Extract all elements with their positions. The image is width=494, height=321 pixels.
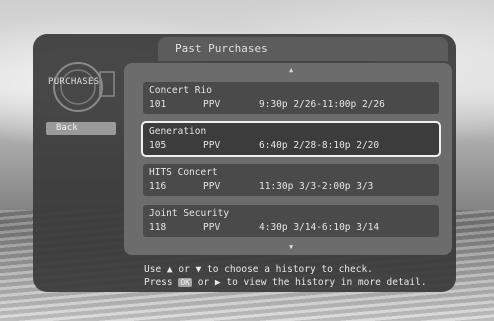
right-arrow-icon: ▶ <box>214 277 221 288</box>
item-name: Concert Rio <box>149 85 212 96</box>
help-text: or <box>197 277 210 288</box>
item-channel: 118 <box>149 222 167 233</box>
item-channel: 101 <box>149 99 167 110</box>
item-channel: 116 <box>149 181 167 192</box>
item-type: PPV <box>203 181 221 192</box>
purchases-logo-icon <box>53 62 115 112</box>
item-time: 4:30p 3/14-6:10p 3/14 <box>259 222 380 233</box>
ok-key-icon: OK <box>178 278 192 287</box>
item-name: HITS Concert <box>149 167 218 178</box>
help-line-2: Press OK or ▶ to view the history in mor… <box>144 277 427 288</box>
scroll-up-icon[interactable]: ▲ <box>289 66 293 74</box>
item-time: 6:40p 2/28-8:10p 2/20 <box>259 140 380 151</box>
item-time: 9:30p 2/26-11:00p 2/26 <box>259 99 385 110</box>
help-text: Use <box>144 264 162 275</box>
page-title: Past Purchases <box>175 42 268 55</box>
item-type: PPV <box>203 140 221 151</box>
list-item[interactable]: Concert Rio 101 PPV 9:30p 2/26-11:00p 2/… <box>143 82 439 114</box>
down-arrow-icon: ▼ <box>195 264 202 275</box>
help-text: or <box>178 264 190 275</box>
item-type: PPV <box>203 99 221 110</box>
logo-label: PURCHASES <box>48 77 100 87</box>
help-text: Press <box>144 277 173 288</box>
back-button[interactable]: Back <box>46 122 116 135</box>
item-type: PPV <box>203 222 221 233</box>
scroll-down-icon[interactable]: ▼ <box>289 243 293 251</box>
list-item-selected[interactable]: Generation 105 PPV 6:40p 2/28-8:10p 2/20 <box>141 121 441 157</box>
help-line-1: Use ▲ or ▼ to choose a history to check. <box>144 264 373 275</box>
up-arrow-icon: ▲ <box>166 264 173 275</box>
list-item[interactable]: Joint Security 118 PPV 4:30p 3/14-6:10p … <box>143 205 439 237</box>
item-name: Generation <box>149 126 207 137</box>
item-channel: 105 <box>149 140 167 151</box>
item-name: Joint Security <box>149 208 230 219</box>
item-time: 11:30p 3/3-2:00p 3/3 <box>259 181 374 192</box>
list-item[interactable]: HITS Concert 116 PPV 11:30p 3/3-2:00p 3/… <box>143 164 439 196</box>
help-text: to view the history in more detail. <box>226 277 427 288</box>
back-button-label: Back <box>56 123 78 133</box>
help-text: to choose a history to check. <box>207 264 373 275</box>
